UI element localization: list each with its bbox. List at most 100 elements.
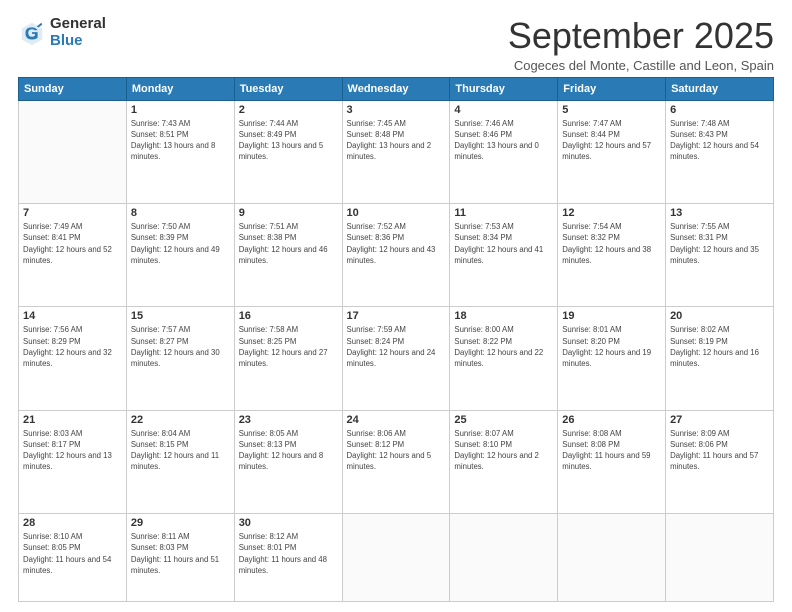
day-number: 9 — [239, 207, 338, 219]
day-info: Sunrise: 8:09 AMSunset: 8:06 PMDaylight:… — [670, 428, 769, 473]
header-right: September 2025 Cogeces del Monte, Castil… — [508, 16, 774, 73]
month-title: September 2025 — [508, 16, 774, 56]
day-number: 6 — [670, 104, 769, 116]
calendar-cell: 19Sunrise: 8:01 AMSunset: 8:20 PMDayligh… — [558, 307, 666, 410]
calendar-cell: 8Sunrise: 7:50 AMSunset: 8:39 PMDaylight… — [126, 203, 234, 306]
day-number: 25 — [454, 414, 553, 426]
calendar-cell: 29 Sunrise: 8:11 AMSunset: 8:03 PMDayligh… — [126, 513, 234, 601]
calendar-cell: 16Sunrise: 7:58 AMSunset: 8:25 PMDayligh… — [234, 307, 342, 410]
header-friday: Friday — [558, 77, 666, 100]
day-info: Sunrise: 7:52 AMSunset: 8:36 PMDaylight:… — [347, 221, 446, 266]
day-number: 29 — [131, 517, 230, 529]
calendar-cell: 28 Sunrise: 8:10 AMSunset: 8:05 PMDayligh… — [19, 513, 127, 601]
day-info: Sunrise: 7:43 AMSunset: 8:51 PMDaylight:… — [131, 118, 230, 163]
location-subtitle: Cogeces del Monte, Castille and Leon, Sp… — [508, 58, 774, 73]
day-number: 26 — [562, 414, 661, 426]
day-number: 14 — [23, 310, 122, 322]
calendar-cell: 23Sunrise: 8:05 AMSunset: 8:13 PMDayligh… — [234, 410, 342, 513]
week-row-3: 21 Sunrise: 8:03 AMSunset: 8:17 PMDayligh… — [19, 410, 774, 513]
calendar-cell: 3 Sunrise: 7:45 AMSunset: 8:48 PMDaylight… — [342, 100, 450, 203]
day-info: Sunrise: 8:10 AMSunset: 8:05 PMDaylight:… — [23, 531, 122, 576]
day-info: Sunrise: 7:44 AMSunset: 8:49 PMDaylight:… — [239, 118, 338, 163]
calendar-cell: 25 Sunrise: 8:07 AMSunset: 8:10 PMDayligh… — [450, 410, 558, 513]
header-sunday: Sunday — [19, 77, 127, 100]
day-info: Sunrise: 8:02 AMSunset: 8:19 PMDaylight:… — [670, 324, 769, 369]
calendar-table: Sunday Monday Tuesday Wednesday Thursday… — [18, 77, 774, 602]
calendar-cell: 11 Sunrise: 7:53 AMSunset: 8:34 PMDayligh… — [450, 203, 558, 306]
day-info: Sunrise: 8:04 AMSunset: 8:15 PMDaylight:… — [131, 428, 230, 473]
logo-blue-text: Blue — [50, 33, 106, 50]
calendar-cell — [450, 513, 558, 601]
day-info: Sunrise: 7:50 AMSunset: 8:39 PMDaylight:… — [131, 221, 230, 266]
day-number: 4 — [454, 104, 553, 116]
day-info: Sunrise: 8:12 AMSunset: 8:01 PMDaylight:… — [239, 531, 338, 576]
day-info: Sunrise: 7:49 AMSunset: 8:41 PMDaylight:… — [23, 221, 122, 266]
day-number: 15 — [131, 310, 230, 322]
day-info: Sunrise: 7:56 AMSunset: 8:29 PMDaylight:… — [23, 324, 122, 369]
weekday-header-row: Sunday Monday Tuesday Wednesday Thursday… — [19, 77, 774, 100]
day-info: Sunrise: 7:54 AMSunset: 8:32 PMDaylight:… — [562, 221, 661, 266]
day-number: 5 — [562, 104, 661, 116]
day-number: 3 — [347, 104, 446, 116]
day-number: 11 — [454, 207, 553, 219]
day-number: 24 — [347, 414, 446, 426]
logo: General Blue — [18, 16, 106, 49]
day-number: 28 — [23, 517, 122, 529]
calendar-cell: 21 Sunrise: 8:03 AMSunset: 8:17 PMDayligh… — [19, 410, 127, 513]
calendar-cell: 24 Sunrise: 8:06 AMSunset: 8:12 PMDayligh… — [342, 410, 450, 513]
header-wednesday: Wednesday — [342, 77, 450, 100]
calendar-cell: 6 Sunrise: 7:48 AMSunset: 8:43 PMDaylight… — [666, 100, 774, 203]
calendar-cell: 1 Sunrise: 7:43 AMSunset: 8:51 PMDaylight… — [126, 100, 234, 203]
day-info: Sunrise: 8:03 AMSunset: 8:17 PMDaylight:… — [23, 428, 122, 473]
calendar-cell: 2Sunrise: 7:44 AMSunset: 8:49 PMDaylight… — [234, 100, 342, 203]
calendar-cell: 17Sunrise: 7:59 AMSunset: 8:24 PMDayligh… — [342, 307, 450, 410]
day-info: Sunrise: 8:07 AMSunset: 8:10 PMDaylight:… — [454, 428, 553, 473]
day-info: Sunrise: 7:48 AMSunset: 8:43 PMDaylight:… — [670, 118, 769, 163]
week-row-2: 14 Sunrise: 7:56 AMSunset: 8:29 PMDayligh… — [19, 307, 774, 410]
day-info: Sunrise: 7:45 AMSunset: 8:48 PMDaylight:… — [347, 118, 446, 163]
header-thursday: Thursday — [450, 77, 558, 100]
calendar-cell: 14 Sunrise: 7:56 AMSunset: 8:29 PMDayligh… — [19, 307, 127, 410]
calendar-cell — [342, 513, 450, 601]
calendar-cell — [558, 513, 666, 601]
calendar-cell: 9 Sunrise: 7:51 AMSunset: 8:38 PMDaylight… — [234, 203, 342, 306]
day-number: 21 — [23, 414, 122, 426]
day-info: Sunrise: 7:51 AMSunset: 8:38 PMDaylight:… — [239, 221, 338, 266]
calendar-cell: 18Sunrise: 8:00 AMSunset: 8:22 PMDayligh… — [450, 307, 558, 410]
day-info: Sunrise: 7:53 AMSunset: 8:34 PMDaylight:… — [454, 221, 553, 266]
calendar-cell: 5 Sunrise: 7:47 AMSunset: 8:44 PMDaylight… — [558, 100, 666, 203]
day-info: Sunrise: 8:05 AMSunset: 8:13 PMDaylight:… — [239, 428, 338, 473]
top-section: General Blue September 2025 Cogeces del … — [18, 16, 774, 73]
day-number: 20 — [670, 310, 769, 322]
week-row-0: 1 Sunrise: 7:43 AMSunset: 8:51 PMDaylight… — [19, 100, 774, 203]
day-info: Sunrise: 7:55 AMSunset: 8:31 PMDaylight:… — [670, 221, 769, 266]
day-number: 30 — [239, 517, 338, 529]
header-tuesday: Tuesday — [234, 77, 342, 100]
calendar-cell — [19, 100, 127, 203]
calendar-cell: 13Sunrise: 7:55 AMSunset: 8:31 PMDayligh… — [666, 203, 774, 306]
day-info: Sunrise: 8:06 AMSunset: 8:12 PMDaylight:… — [347, 428, 446, 473]
day-info: Sunrise: 8:11 AMSunset: 8:03 PMDaylight:… — [131, 531, 230, 576]
day-info: Sunrise: 7:59 AMSunset: 8:24 PMDaylight:… — [347, 324, 446, 369]
day-info: Sunrise: 7:46 AMSunset: 8:46 PMDaylight:… — [454, 118, 553, 163]
day-info: Sunrise: 8:08 AMSunset: 8:08 PMDaylight:… — [562, 428, 661, 473]
day-number: 27 — [670, 414, 769, 426]
day-info: Sunrise: 7:57 AMSunset: 8:27 PMDaylight:… — [131, 324, 230, 369]
day-number: 7 — [23, 207, 122, 219]
day-number: 1 — [131, 104, 230, 116]
logo-general-text: General — [50, 16, 106, 33]
calendar-cell: 27 Sunrise: 8:09 AMSunset: 8:06 PMDayligh… — [666, 410, 774, 513]
calendar-cell: 4 Sunrise: 7:46 AMSunset: 8:46 PMDaylight… — [450, 100, 558, 203]
day-info: Sunrise: 7:47 AMSunset: 8:44 PMDaylight:… — [562, 118, 661, 163]
calendar-cell: 15 Sunrise: 7:57 AMSunset: 8:27 PMDayligh… — [126, 307, 234, 410]
header-monday: Monday — [126, 77, 234, 100]
calendar-cell: 30 Sunrise: 8:12 AMSunset: 8:01 PMDayligh… — [234, 513, 342, 601]
day-number: 12 — [562, 207, 661, 219]
calendar-cell — [666, 513, 774, 601]
calendar-cell: 10 Sunrise: 7:52 AMSunset: 8:36 PMDayligh… — [342, 203, 450, 306]
header-saturday: Saturday — [666, 77, 774, 100]
day-number: 10 — [347, 207, 446, 219]
calendar-cell: 7 Sunrise: 7:49 AMSunset: 8:41 PMDaylight… — [19, 203, 127, 306]
logo-icon — [18, 19, 46, 47]
week-row-1: 7 Sunrise: 7:49 AMSunset: 8:41 PMDaylight… — [19, 203, 774, 306]
